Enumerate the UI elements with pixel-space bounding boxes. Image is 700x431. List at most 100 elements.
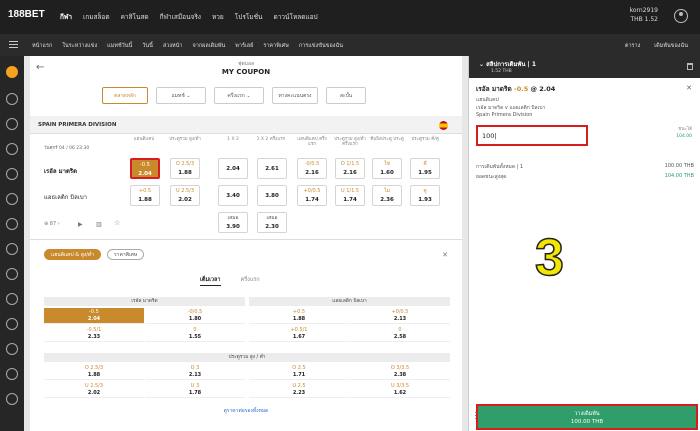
table-odds-cell[interactable]: +0/0.5 2.13 [350, 308, 450, 324]
subnav-early[interactable]: ล่วงหน้า [163, 42, 183, 50]
odds-cell[interactable]: 3.40 [218, 185, 248, 206]
subnav-today[interactable]: วันนี้ [142, 42, 153, 50]
odds-cell[interactable]: 2.04 [218, 158, 248, 179]
filter-period-dropdown[interactable]: ครึ่งแรก ⌄ [214, 87, 264, 104]
table-odds-cell[interactable]: O 2.5/3 1.88 [44, 364, 144, 380]
odds-cell[interactable]: คี่ 1.95 [410, 158, 440, 179]
table-odds-cell[interactable]: U 2.5 2.23 [249, 382, 349, 398]
table-odds-cell[interactable]: U 2.5/3 2.02 [44, 382, 144, 398]
subnav-my-bets[interactable]: เดิมพันของฉัน [654, 42, 688, 50]
account-info[interactable]: korn2919 THB 1.52 [630, 6, 658, 24]
more-markets-count[interactable]: ⊕ 87 › [44, 221, 60, 227]
nav-promotions[interactable]: โปรโมชั่น [235, 12, 263, 22]
subnav-parlay[interactable]: พาร์เลย์ [235, 42, 253, 50]
table-odds-cell[interactable]: +0.5/1 1.67 [249, 326, 349, 342]
nav-sports[interactable]: กีฬา [60, 12, 72, 22]
table-odds-cell[interactable]: O 2.5 1.71 [249, 364, 349, 380]
potential-win-label: ชนะได้ [678, 127, 692, 132]
rugby-icon[interactable] [6, 268, 18, 280]
filter-main-markets[interactable]: ตลาดหลัก [102, 87, 148, 104]
subnav-home[interactable]: หน้าแรก [32, 42, 52, 50]
sub-navigation-bar: หน้าแรก ในระหว่างแข่ง แมทช์วันนี้ วันนี้… [0, 34, 700, 56]
table-odds-cell[interactable]: +0.5 1.88 [249, 308, 349, 324]
table-odds-cell[interactable]: 0 1.55 [145, 326, 245, 342]
total-stake-row: การเดิมพันทั้งหมด | 1 100.00 THB [476, 163, 694, 170]
tab-full-time[interactable]: เต็มเวลา [200, 276, 221, 286]
esports-icon[interactable] [6, 393, 18, 405]
odds-cell[interactable]: -0/0.5 2.16 [297, 158, 327, 179]
table-odds-cell[interactable]: U 3 1.78 [145, 382, 245, 398]
odds-value: 2.61 [265, 166, 279, 172]
nav-live-casino[interactable]: คาสิโนสด [121, 12, 149, 22]
table-odds-cell[interactable]: 0 2.58 [350, 326, 450, 342]
odds-cell[interactable]: O 1/1.5 2.16 [335, 158, 365, 179]
trash-icon[interactable] [687, 63, 693, 70]
odds-value: 2.16 [305, 170, 319, 176]
close-icon[interactable]: ✕ [442, 251, 448, 259]
table-odds-cell[interactable]: O 3/3.5 2.38 [350, 364, 450, 380]
subnav-today-matches[interactable]: แมทช์วันนี้ [107, 42, 132, 50]
subnav-my-events[interactable]: การแข่งขันของฉัน [299, 42, 343, 50]
tab-handicap-ou[interactable]: แฮนดิแคป & สูง/ต่ำ [44, 249, 101, 260]
subnav-schedule[interactable]: ตาราง [625, 42, 640, 50]
volleyball-icon[interactable] [6, 118, 18, 130]
stake-input[interactable]: 100| [476, 125, 588, 146]
stats-icon[interactable]: ▥ [96, 221, 102, 228]
nav-virtual[interactable]: กีฬาเสมือนจริง [160, 12, 201, 22]
baseball-icon[interactable] [6, 368, 18, 380]
odds-value: 2.58 [393, 334, 407, 340]
odds-cell[interactable]: U 1/1.5 1.74 [335, 185, 365, 206]
place-bet-button[interactable]: วางเดิมพัน 100.00 THB [476, 404, 698, 430]
table-odds-cell[interactable]: O 3 2.13 [145, 364, 245, 380]
table-odds-cell[interactable]: U 3/3.5 1.62 [350, 382, 450, 398]
subnav-specials[interactable]: ราคาพิเศษ [263, 42, 288, 50]
table-odds-cell[interactable]: -0.5/1 2.33 [44, 326, 144, 342]
odds-cell[interactable]: ไม่ 2.36 [372, 185, 402, 206]
filter-other[interactable]: สะบั้น [326, 87, 366, 104]
filter-correct-score[interactable]: ทางคะแนนตรง [272, 87, 318, 104]
soccer-icon[interactable] [6, 66, 18, 78]
subnav-in-play[interactable]: ในระหว่างแข่ง [62, 42, 97, 50]
avatar-icon[interactable] [674, 9, 688, 23]
nav-lottery[interactable]: หวย [212, 12, 224, 22]
menu-icon[interactable] [9, 41, 18, 48]
league-header[interactable]: SPAIN PRIMERA DIVISION [30, 116, 462, 134]
tennis-icon[interactable] [6, 168, 18, 180]
trophy-icon[interactable] [6, 218, 18, 230]
odds-cell[interactable]: คู่ 1.93 [410, 185, 440, 206]
logo[interactable]: 188BET [8, 9, 45, 20]
chevron-down-icon: ⌄ [244, 92, 251, 99]
odds-cell[interactable]: O 2.5/3 1.88 [170, 158, 200, 179]
live-stream-icon[interactable]: ▶ [78, 221, 83, 228]
table-odds-cell[interactable]: -0.5 2.04 [44, 308, 144, 324]
table-tennis-icon[interactable] [6, 318, 18, 330]
odds-handicap: O 3/3.5 [390, 365, 410, 371]
odds-cell[interactable]: U 2.5/3 2.02 [170, 185, 200, 206]
odds-cell[interactable]: ใช่ 1.60 [372, 158, 402, 179]
odds-cell[interactable]: เสมอ 2.30 [257, 212, 287, 233]
odds-cell[interactable]: +0/0.5 1.74 [297, 185, 327, 206]
darts-icon[interactable] [6, 243, 18, 255]
bet-slip-title[interactable]: ⌄ สลิปการเดิมพัน | 1 [479, 59, 536, 69]
tab-specials[interactable]: ราคาพิเศษ [107, 249, 145, 260]
odds-value: 1.88 [292, 316, 306, 322]
odds-cell[interactable]: 2.61 [257, 158, 287, 179]
all-odds-link[interactable]: ดูราคาต่อรองทั้งหมด [30, 407, 462, 415]
nav-download-app[interactable]: ดาวน์โหลดแอป [273, 12, 317, 22]
odds-cell[interactable]: เสมอ 3.90 [218, 212, 248, 233]
favorite-star-icon[interactable]: ☆ [114, 219, 120, 227]
basketball-icon[interactable] [6, 143, 18, 155]
table-odds-cell[interactable]: -0/0.5 1.80 [145, 308, 245, 324]
odds-cell[interactable]: 3.80 [257, 185, 287, 206]
subnav-results[interactable]: จากผลเดิมพัน [193, 42, 226, 50]
nav-slots[interactable]: เกมสล็อต [83, 12, 110, 22]
odds-cell[interactable]: -0.5 2.04 [130, 158, 160, 179]
cricket-icon[interactable] [6, 193, 18, 205]
filter-match-dropdown[interactable]: แมทช์ ⌄ [156, 87, 206, 104]
handball-icon[interactable] [6, 293, 18, 305]
ice-hockey-icon[interactable] [6, 343, 18, 355]
badminton-icon[interactable] [6, 93, 18, 105]
close-icon[interactable]: ✕ [686, 84, 692, 92]
tab-first-half[interactable]: ครึ่งแรก [241, 276, 260, 286]
odds-cell[interactable]: +0.5 1.88 [130, 185, 160, 206]
